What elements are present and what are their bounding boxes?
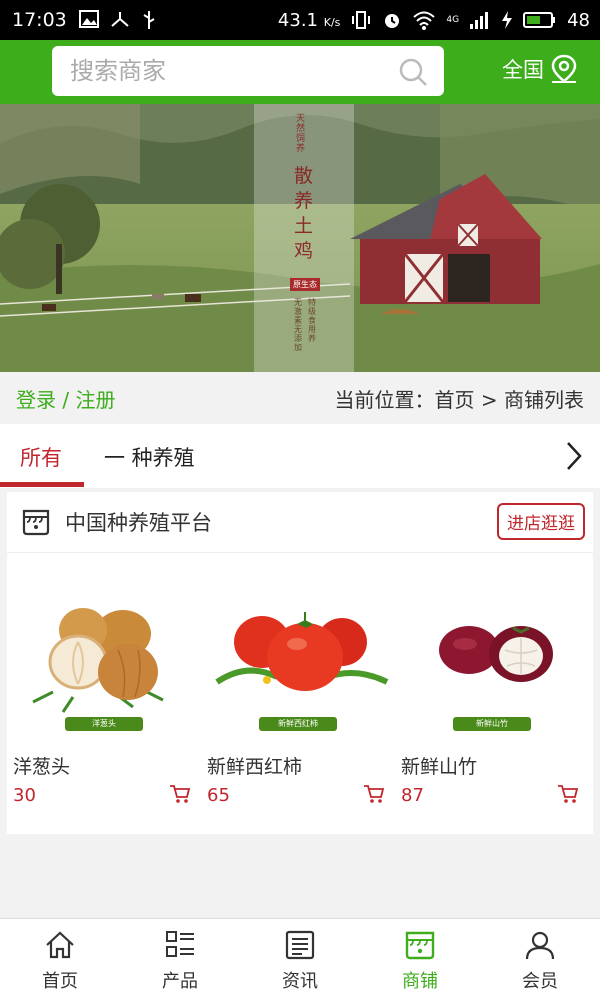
nav-stores-label[interactable]: 商铺 [360,967,480,993]
nav-member[interactable]: 会员 [480,919,600,1001]
nav-member-label[interactable]: 会员 [480,967,600,993]
product-name[interactable]: 新鲜西红柿 [207,752,389,779]
banner-side-text-1: 特级食用养 [308,298,316,343]
nav-news-label[interactable]: 资讯 [240,967,360,993]
product-tag: 洋葱头 [65,717,143,731]
login-register-link[interactable]: 登录 / 注册 [16,384,115,413]
product-name[interactable]: 洋葱头 [13,752,195,779]
product-image[interactable]: 新鲜西红柿 [207,572,389,744]
category-tabs: 所有 一 种养殖 [0,424,600,488]
product-price: 87 [401,785,424,806]
region-selector[interactable]: 全国 [502,54,578,84]
speed-value: 43.1 [277,9,318,31]
network-speed: 43.1 K/s [278,10,340,31]
chevron-right-icon[interactable] [564,440,584,472]
nav-stores[interactable]: 商铺 [360,919,480,1001]
product-price: 30 [13,785,36,806]
banner-badge: 原生态 [290,278,320,291]
banner-title: 散养土鸡 [294,165,314,262]
search-icon[interactable] [398,57,428,87]
signal-icon [470,12,489,29]
store-icon [22,509,50,536]
product-tag: 新鲜西红柿 [259,717,337,731]
product-card[interactable]: 洋葱头 洋葱头 30 [13,572,195,806]
usb-icon [143,11,155,29]
breadcrumb: 当前位置：首页 > 商铺列表 [334,388,584,412]
product-image[interactable]: 新鲜山竹 [401,572,583,744]
product-name[interactable]: 新鲜山竹 [401,752,583,779]
product-card[interactable]: 新鲜西红柿 新鲜西红柿 65 [207,572,389,806]
shop-header: 中国种养殖平台 进店逛逛 [7,492,593,553]
news-icon[interactable] [284,929,316,961]
share-icon [111,12,129,27]
status-bar: 17:03 43.1 K/s 4G 48 [0,0,600,40]
nav-products-label[interactable]: 产品 [120,967,240,993]
header-bar: 全国 [0,40,600,104]
tab-farming[interactable]: 一 种养殖 [104,442,195,472]
nav-products[interactable]: 产品 [120,919,240,1001]
search-box[interactable] [52,46,444,96]
battery-icon [523,12,556,28]
nav-home[interactable]: 首页 [0,919,120,1001]
region-label[interactable]: 全国 [502,54,544,84]
wifi-icon [413,11,436,30]
banner-tag-vertical: 天然饲养 [296,114,306,154]
list-icon[interactable] [164,929,196,961]
vibrate-icon [352,11,371,29]
banner-side-text-2: 无激素无添加 [294,298,302,352]
product-price: 65 [207,785,230,806]
battery-level: 48 [567,9,590,31]
user-icon[interactable] [524,929,556,961]
home-icon[interactable] [44,929,76,961]
nav-news[interactable]: 资讯 [240,919,360,1001]
search-input[interactable] [68,56,392,86]
image-icon [78,10,99,28]
charging-icon [502,11,513,29]
network-type: 4G [446,15,460,25]
promo-banner[interactable]: 天然饲养 散养土鸡 原生态 特级食用养 无激素无添加 [0,104,600,372]
bottom-nav: 首页 产品 资讯 商铺 会员 [0,918,600,1001]
product-image[interactable]: 洋葱头 [13,572,195,744]
cart-icon[interactable] [557,784,579,804]
shop-name[interactable]: 中国种养殖平台 [65,507,212,537]
product-card[interactable]: 新鲜山竹 新鲜山竹 87 [401,572,583,806]
active-tab-indicator [0,482,84,487]
cart-icon[interactable] [169,784,191,804]
speed-unit: K/s [323,15,341,29]
cart-icon[interactable] [363,784,385,804]
shop-card: 中国种养殖平台 进店逛逛 洋葱头 洋葱头 30 新鲜西红柿 新鲜西红柿 65 新… [7,492,593,834]
enter-shop-button[interactable]: 进店逛逛 [497,503,585,540]
clock: 17:03 [12,9,67,31]
nav-home-label[interactable]: 首页 [0,967,120,993]
product-tag: 新鲜山竹 [453,717,531,731]
alarm-icon [385,14,400,28]
breadcrumb-bar: 登录 / 注册 当前位置：首页 > 商铺列表 [0,372,600,424]
tab-all[interactable]: 所有 [20,442,62,472]
store-icon[interactable] [404,929,436,961]
location-pin-icon[interactable] [550,54,578,84]
